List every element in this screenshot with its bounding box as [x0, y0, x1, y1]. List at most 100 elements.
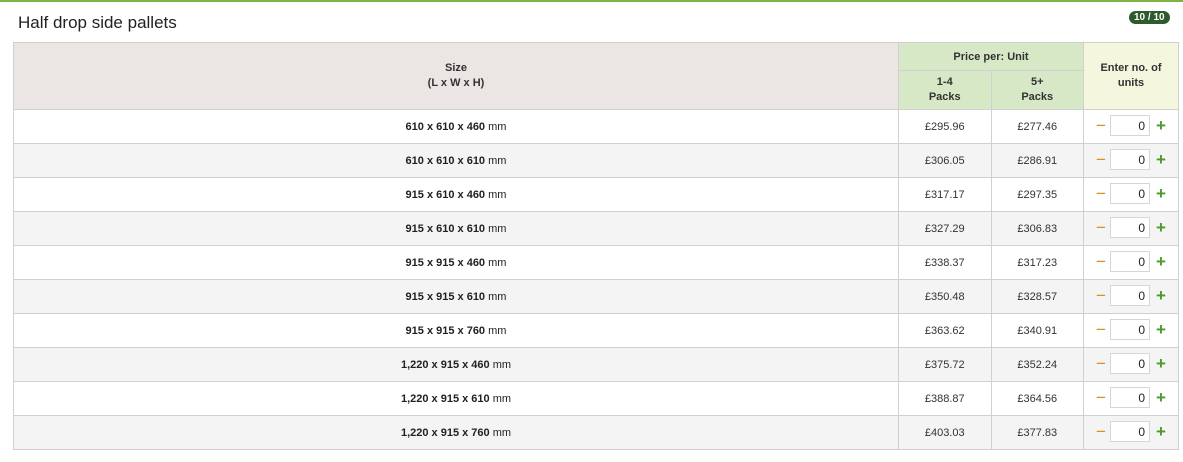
plus-icon[interactable]: +	[1154, 318, 1168, 343]
size-column-header: Size (L x W x H)	[13, 42, 899, 110]
plus-icon[interactable]: +	[1154, 114, 1168, 139]
quantity-input[interactable]	[1110, 251, 1150, 272]
size-unit: mm	[488, 290, 507, 303]
quantity-cell: −+	[1083, 109, 1179, 144]
quantity-input[interactable]	[1110, 285, 1150, 306]
size-unit: mm	[488, 222, 507, 235]
plus-icon[interactable]: +	[1154, 148, 1168, 173]
price-5plus-packs: £297.35	[990, 177, 1084, 212]
size-unit: mm	[488, 188, 507, 201]
price-5plus-packs: £277.46	[990, 109, 1084, 144]
quantity-cell: −+	[1083, 143, 1179, 178]
size-dimensions: 915 x 915 x 610	[405, 290, 486, 303]
minus-icon[interactable]: −	[1094, 182, 1108, 207]
size-dimensions: 610 x 610 x 460	[405, 120, 486, 133]
quantity-cell: −+	[1083, 177, 1179, 212]
tier-1-line1: 1-4	[936, 76, 953, 88]
size-unit: mm	[488, 256, 507, 269]
size-unit: mm	[492, 392, 512, 405]
price-1-4-packs: £317.17	[898, 177, 992, 212]
size-header-label: Size	[444, 62, 467, 74]
quantity-stepper: −+	[1094, 420, 1168, 445]
size-cell: 915 x 610 x 460 mm	[13, 177, 899, 212]
price-5plus-packs: £306.83	[990, 211, 1084, 246]
quantity-input[interactable]	[1110, 319, 1150, 340]
minus-icon[interactable]: −	[1094, 420, 1108, 445]
plus-icon[interactable]: +	[1154, 420, 1168, 445]
price-1-4-packs: £363.62	[898, 313, 992, 348]
minus-icon[interactable]: −	[1094, 216, 1108, 241]
plus-icon[interactable]: +	[1154, 284, 1168, 309]
price-1-4-packs: £306.05	[898, 143, 992, 178]
quantity-stepper: −+	[1094, 284, 1168, 309]
tier-2-line1: 5+	[1030, 76, 1044, 88]
size-dimensions: 1,220 x 915 x 610	[400, 392, 490, 405]
minus-icon[interactable]: −	[1094, 250, 1108, 275]
price-1-4-packs: £388.87	[898, 381, 992, 416]
size-cell: 915 x 610 x 610 mm	[13, 211, 899, 246]
price-1-4-packs: £327.29	[898, 211, 992, 246]
price-per-header: Price per: Unit	[898, 42, 1084, 71]
quantity-cell: −+	[1083, 211, 1179, 246]
quantity-input[interactable]	[1110, 353, 1150, 374]
size-cell: 1,220 x 915 x 460 mm	[13, 347, 899, 382]
quantity-input[interactable]	[1110, 183, 1150, 204]
quantity-stepper: −+	[1094, 182, 1168, 207]
size-cell: 915 x 915 x 760 mm	[13, 313, 899, 348]
quantity-input[interactable]	[1110, 421, 1150, 442]
size-cell: 915 x 915 x 610 mm	[13, 279, 899, 314]
minus-icon[interactable]: −	[1094, 284, 1108, 309]
price-5plus-packs: £377.83	[990, 415, 1084, 450]
table-row: 915 x 915 x 760 mm£363.62£340.91−+	[13, 313, 1179, 348]
price-5plus-packs: £286.91	[990, 143, 1084, 178]
size-dimensions: 915 x 915 x 760	[405, 324, 486, 337]
size-unit: mm	[488, 324, 507, 337]
tier-1-line2: Packs	[928, 91, 961, 103]
size-dimensions: 915 x 610 x 610	[405, 222, 486, 235]
minus-icon[interactable]: −	[1094, 148, 1108, 173]
minus-icon[interactable]: −	[1094, 386, 1108, 411]
quantity-stepper: −+	[1094, 318, 1168, 343]
size-dimensions: 1,220 x 915 x 460	[400, 358, 490, 371]
size-cell: 1,220 x 915 x 610 mm	[13, 381, 899, 416]
quantity-header-line2: units	[1117, 77, 1145, 89]
quantity-input[interactable]	[1110, 115, 1150, 136]
size-unit: mm	[492, 358, 512, 371]
minus-icon[interactable]: −	[1094, 352, 1108, 377]
quantity-header-line1: Enter no. of	[1100, 62, 1162, 74]
quantity-input[interactable]	[1110, 217, 1150, 238]
plus-icon[interactable]: +	[1154, 352, 1168, 377]
price-5plus-packs: £340.91	[990, 313, 1084, 348]
minus-icon[interactable]: −	[1094, 318, 1108, 343]
plus-icon[interactable]: +	[1154, 182, 1168, 207]
quantity-input[interactable]	[1110, 387, 1150, 408]
size-cell: 915 x 915 x 460 mm	[13, 245, 899, 280]
quantity-cell: −+	[1083, 381, 1179, 416]
price-1-4-packs: £350.48	[898, 279, 992, 314]
price-5plus-packs: £352.24	[990, 347, 1084, 382]
product-table: Size (L x W x H) Price per: Unit Enter n…	[13, 42, 1179, 450]
quantity-cell: −+	[1083, 245, 1179, 280]
size-cell: 1,220 x 915 x 760 mm	[13, 415, 899, 450]
price-1-4-packs: £295.96	[898, 109, 992, 144]
plus-icon[interactable]: +	[1154, 386, 1168, 411]
table-row: 915 x 915 x 610 mm£350.48£328.57−+	[13, 279, 1179, 314]
price-5plus-packs: £364.56	[990, 381, 1084, 416]
price-1-4-packs: £403.03	[898, 415, 992, 450]
size-cell: 610 x 610 x 610 mm	[13, 143, 899, 178]
table-row: 915 x 915 x 460 mm£338.37£317.23−+	[13, 245, 1179, 280]
plus-icon[interactable]: +	[1154, 250, 1168, 275]
quantity-stepper: −+	[1094, 352, 1168, 377]
quantity-input[interactable]	[1110, 149, 1150, 170]
price-tier-header-5plus: 5+ Packs	[990, 70, 1084, 110]
price-1-4-packs: £338.37	[898, 245, 992, 280]
quantity-cell: −+	[1083, 279, 1179, 314]
size-dimensions: 1,220 x 915 x 760	[400, 426, 490, 439]
minus-icon[interactable]: −	[1094, 114, 1108, 139]
size-unit: mm	[488, 120, 507, 133]
section-top-border	[0, 0, 1183, 2]
quantity-cell: −+	[1083, 415, 1179, 450]
quantity-column-header: Enter no. of units	[1083, 42, 1179, 110]
plus-icon[interactable]: +	[1154, 216, 1168, 241]
table-row: 610 x 610 x 460 mm£295.96£277.46−+	[13, 109, 1179, 144]
